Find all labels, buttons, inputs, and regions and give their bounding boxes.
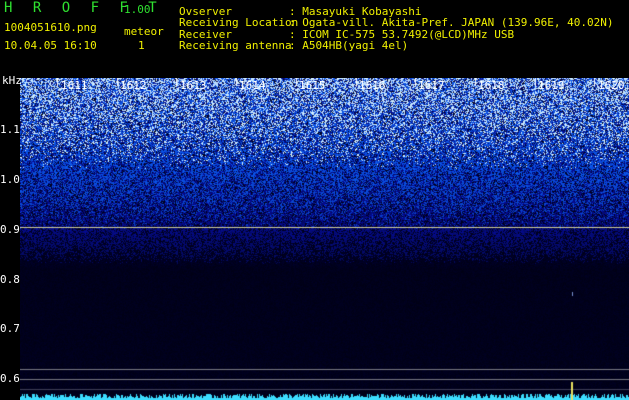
freq-tick-label: 0.8 <box>0 273 20 286</box>
freq-tick-label: 0.6 <box>0 372 20 385</box>
minute-tick-label: 1612 <box>120 79 147 92</box>
image-filename: 1004051610.png <box>4 21 97 34</box>
minute-tick-label: 1614 <box>239 79 266 92</box>
meteor-label: meteor <box>124 25 164 38</box>
minute-tick-label: 1613 <box>180 79 207 92</box>
image-datetime: 10.04.05 16:10 <box>4 39 97 52</box>
meteor-count: 1 <box>138 39 145 52</box>
freq-tick-label: 1.1 <box>0 123 20 136</box>
minute-tick-label: 1617 <box>418 79 445 92</box>
freq-tick-label: 1.0 <box>0 173 20 186</box>
freq-tick-label: 0.9 <box>0 223 20 236</box>
minute-tick-label: 1619 <box>538 79 565 92</box>
minute-tick-label: 1618 <box>478 79 505 92</box>
waterfall-canvas <box>20 78 629 400</box>
header-bar: H R O F F T 1.00 1004051610.png meteor 1… <box>0 0 629 75</box>
minute-tick-label: 1615 <box>299 79 326 92</box>
freq-tick-label: 0.7 <box>0 322 20 335</box>
minute-tick-label: 1611 <box>61 79 88 92</box>
minute-tick-label: 1616 <box>359 79 386 92</box>
app-version: 1.00 <box>124 3 151 16</box>
freq-unit-label: kHz <box>2 74 22 87</box>
antenna-value: : A504HB(yagi 4el) <box>289 39 409 52</box>
minute-tick-label: 1620 <box>598 79 625 92</box>
antenna-label: Receiving antenna <box>179 39 292 52</box>
spectrogram-waterfall <box>20 78 629 400</box>
